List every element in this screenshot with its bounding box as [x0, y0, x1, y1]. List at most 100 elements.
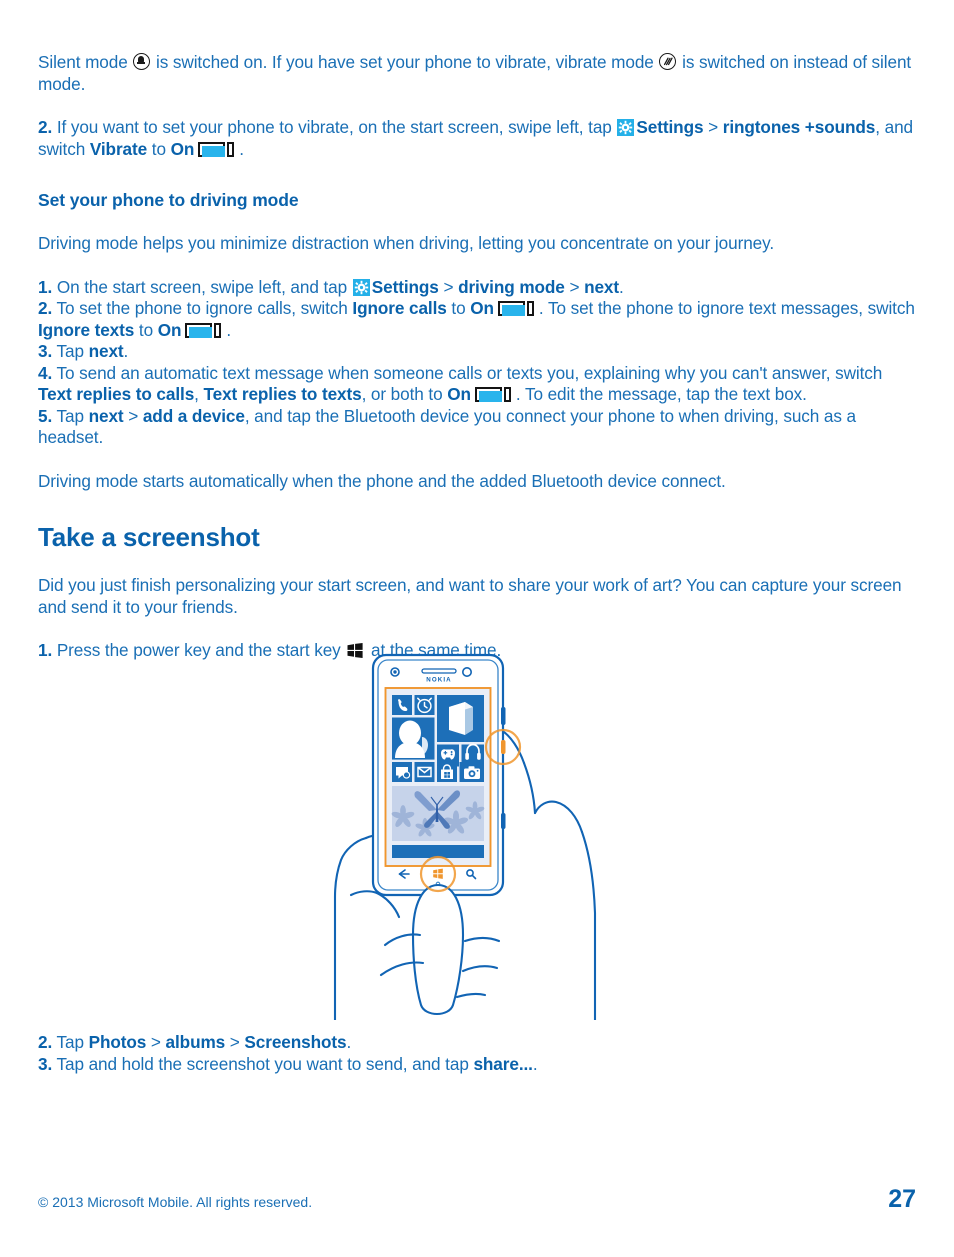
- screenshot-step3-text-b: .: [532, 1053, 538, 1074]
- hand-holding-phone-illustration: NOKIA: [325, 645, 635, 1020]
- comma: ,: [194, 384, 204, 404]
- toggle-box: [185, 322, 213, 338]
- step-number: 2.: [38, 1032, 53, 1052]
- text-replies-calls-label: Text replies to calls: [38, 384, 195, 404]
- toggle-knob: [503, 387, 511, 402]
- on-label: On: [170, 138, 195, 159]
- step-number: 3.: [38, 1053, 53, 1074]
- settings-label: Settings: [371, 276, 439, 297]
- on-label: On: [447, 384, 471, 404]
- driving-step2-text-d: to: [134, 319, 158, 340]
- separator: >: [225, 1032, 245, 1052]
- driving-mode-subheading: Set your phone to driving mode: [38, 190, 299, 210]
- screenshots-label: Screenshots: [244, 1032, 347, 1052]
- gear-icon: [352, 278, 370, 296]
- screenshot-step3-text-a: Tap and hold the screenshot you want to …: [52, 1053, 474, 1074]
- driving-step2-text-c: . To set the phone to ignore text messag…: [538, 298, 915, 318]
- toggle-fill: [189, 326, 213, 338]
- step-number: 2.: [38, 117, 53, 137]
- vibrate-step-text-c: to: [147, 138, 171, 159]
- screenshot-step2-text-b: .: [346, 1032, 352, 1052]
- on-label: On: [470, 298, 494, 318]
- step-number: 2.: [38, 298, 53, 318]
- butterfly-flowers-photo-tile: [391, 786, 485, 858]
- toggle-knob: [227, 141, 235, 157]
- driving-step1-text-a: On the start screen, swipe left, and tap: [52, 276, 352, 297]
- share-label: share...: [473, 1053, 533, 1074]
- toggle-knob: [214, 322, 222, 338]
- separator: >: [146, 1032, 166, 1052]
- settings-label: Settings: [636, 117, 704, 137]
- screenshot-step1-text-a: Press the power key and the start key: [52, 640, 346, 660]
- screenshot-step-2: 2. Tap Photos > albums > Screenshots. 3. …: [38, 1032, 916, 1075]
- vibrate-step-text-a: If you want to set your phone to vibrate…: [52, 117, 617, 137]
- silent-mode-text-a: Silent mode: [38, 52, 133, 72]
- toggle-switch-icon: [198, 141, 236, 157]
- vibrate-icon: [659, 53, 677, 70]
- step-number: 3.: [38, 341, 53, 361]
- step-number: 1.: [38, 276, 53, 297]
- page-number: 27: [888, 1185, 916, 1213]
- driving-step1-text-b: .: [619, 276, 624, 297]
- driving-mode-label: driving mode: [458, 276, 565, 297]
- add-a-device-label: add a device: [142, 405, 245, 426]
- driving-step3-text-b: .: [123, 341, 129, 361]
- silent-mode-paragraph: Silent mode is switched on. If you have …: [38, 52, 916, 95]
- driving-step2-text-e: .: [226, 319, 232, 340]
- toggle-fill: [202, 145, 226, 157]
- on-label: On: [157, 319, 182, 340]
- driving-step2-text-a: To set the phone to ignore calls, switch: [52, 298, 353, 318]
- albums-label: albums: [165, 1032, 226, 1052]
- step-number: 5.: [38, 405, 53, 426]
- driving-step4-text-d: . To edit the message, tap the text box.: [515, 384, 807, 404]
- driving-steps: 1. On the start screen, swipe left, and …: [38, 277, 916, 449]
- toggle-box: [198, 141, 226, 157]
- driving-step3-text-a: Tap: [52, 341, 89, 361]
- manual-page: Silent mode is switched on. If you have …: [0, 0, 954, 1257]
- toggle-box: [474, 387, 502, 402]
- ringtones-sounds-label: ringtones +sounds: [722, 117, 876, 137]
- page-footer: © 2013 Microsoft Mobile. All rights rese…: [38, 1185, 916, 1214]
- copyright-notice: © 2013 Microsoft Mobile. All rights rese…: [38, 1194, 313, 1210]
- nokia-brand-text: NOKIA: [426, 677, 451, 684]
- step-number: 4.: [38, 362, 53, 383]
- next-label: next: [88, 405, 124, 426]
- page-content: Silent mode is switched on. If you have …: [38, 52, 916, 662]
- vibrate-label: Vibrate: [89, 138, 148, 159]
- take-a-screenshot-heading: Take a screenshot: [38, 522, 260, 552]
- separator: >: [564, 276, 585, 297]
- toggle-switch-icon: [185, 322, 223, 338]
- screenshot-step2-text-a: Tap: [52, 1032, 89, 1052]
- separator: >: [703, 117, 723, 137]
- ignore-calls-label: Ignore calls: [352, 298, 447, 318]
- vibrate-step-2: 2. If you want to set your phone to vibr…: [38, 117, 916, 160]
- office-glyph: [449, 702, 473, 735]
- driving-step2-text-b: to: [446, 298, 471, 318]
- toggle-switch-icon: [474, 387, 513, 402]
- driving-step4-text-a: To send an automatic text message when s…: [52, 362, 883, 383]
- photos-label: Photos: [88, 1032, 147, 1052]
- closing-steps: 2. Tap Photos > albums > Screenshots. 3. …: [38, 1032, 916, 1075]
- driving-mode-outro: Driving mode starts automatically when t…: [38, 470, 726, 491]
- toggle-switch-icon: [497, 301, 536, 316]
- screenshot-intro: Did you just finish personalizing your s…: [38, 575, 902, 617]
- text-replies-texts-label: Text replies to texts: [203, 384, 362, 404]
- bell-icon: [133, 53, 151, 70]
- silent-mode-text-b: is switched on. If you have set your pho…: [151, 52, 659, 72]
- next-label: next: [88, 341, 124, 361]
- ignore-texts-label: Ignore texts: [38, 319, 135, 340]
- driving-mode-intro: Driving mode helps you minimize distract…: [38, 233, 775, 253]
- gear-icon: [617, 119, 635, 136]
- driving-step4-text-c: , or both to: [361, 384, 448, 404]
- separator: >: [438, 276, 459, 297]
- phone-tile: [392, 695, 412, 715]
- toggle-fill: [478, 391, 502, 402]
- step-number: 1.: [38, 640, 53, 660]
- separator: >: [123, 405, 143, 426]
- vibrate-step-text-d: .: [239, 138, 244, 159]
- next-label: next: [584, 276, 620, 297]
- driving-step5-text-a: Tap: [52, 405, 89, 426]
- toggle-fill: [501, 305, 525, 316]
- toggle-box: [497, 301, 525, 316]
- toggle-knob: [526, 301, 534, 316]
